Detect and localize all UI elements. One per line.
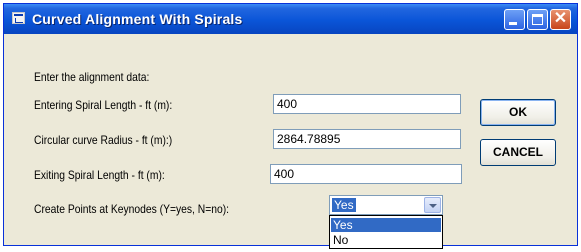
keynodes-select-value: Yes bbox=[332, 198, 356, 212]
curve-radius-input[interactable]: 2864.78895 bbox=[273, 129, 461, 149]
title-bar[interactable]: Curved Alignment With Spirals ✕ bbox=[4, 4, 577, 34]
minimize-icon bbox=[509, 22, 517, 25]
keynodes-select[interactable]: Yes bbox=[329, 195, 443, 215]
option-no[interactable]: No bbox=[331, 233, 441, 247]
entering-spiral-label: Entering Spiral Length - ft (m): bbox=[34, 98, 173, 112]
app-icon[interactable] bbox=[12, 12, 25, 24]
curve-radius-label: Circular curve Radius - ft (m):) bbox=[34, 133, 173, 147]
maximize-button[interactable] bbox=[527, 9, 548, 30]
dialog-window: Curved Alignment With Spirals ✕ Enter th… bbox=[3, 3, 578, 246]
exiting-spiral-label: Exiting Spiral Length - ft (m): bbox=[34, 168, 165, 182]
close-icon: ✕ bbox=[553, 10, 568, 27]
exiting-spiral-input[interactable]: 400 bbox=[270, 164, 462, 184]
keynodes-label: Create Points at Keynodes (Y=yes, N=no): bbox=[34, 202, 230, 216]
keynodes-dropdown-list: Yes No bbox=[329, 215, 443, 249]
cancel-button[interactable]: CANCEL bbox=[480, 139, 556, 166]
maximize-icon bbox=[532, 14, 543, 25]
chevron-down-icon[interactable] bbox=[424, 197, 441, 213]
ok-button[interactable]: OK bbox=[480, 99, 556, 126]
entering-spiral-input[interactable]: 400 bbox=[273, 94, 461, 114]
window-title: Curved Alignment With Spirals bbox=[32, 11, 243, 27]
minimize-button[interactable] bbox=[504, 9, 525, 30]
intro-label: Enter the alignment data: bbox=[34, 70, 150, 84]
option-yes[interactable]: Yes bbox=[331, 218, 441, 232]
close-button[interactable]: ✕ bbox=[550, 9, 571, 30]
